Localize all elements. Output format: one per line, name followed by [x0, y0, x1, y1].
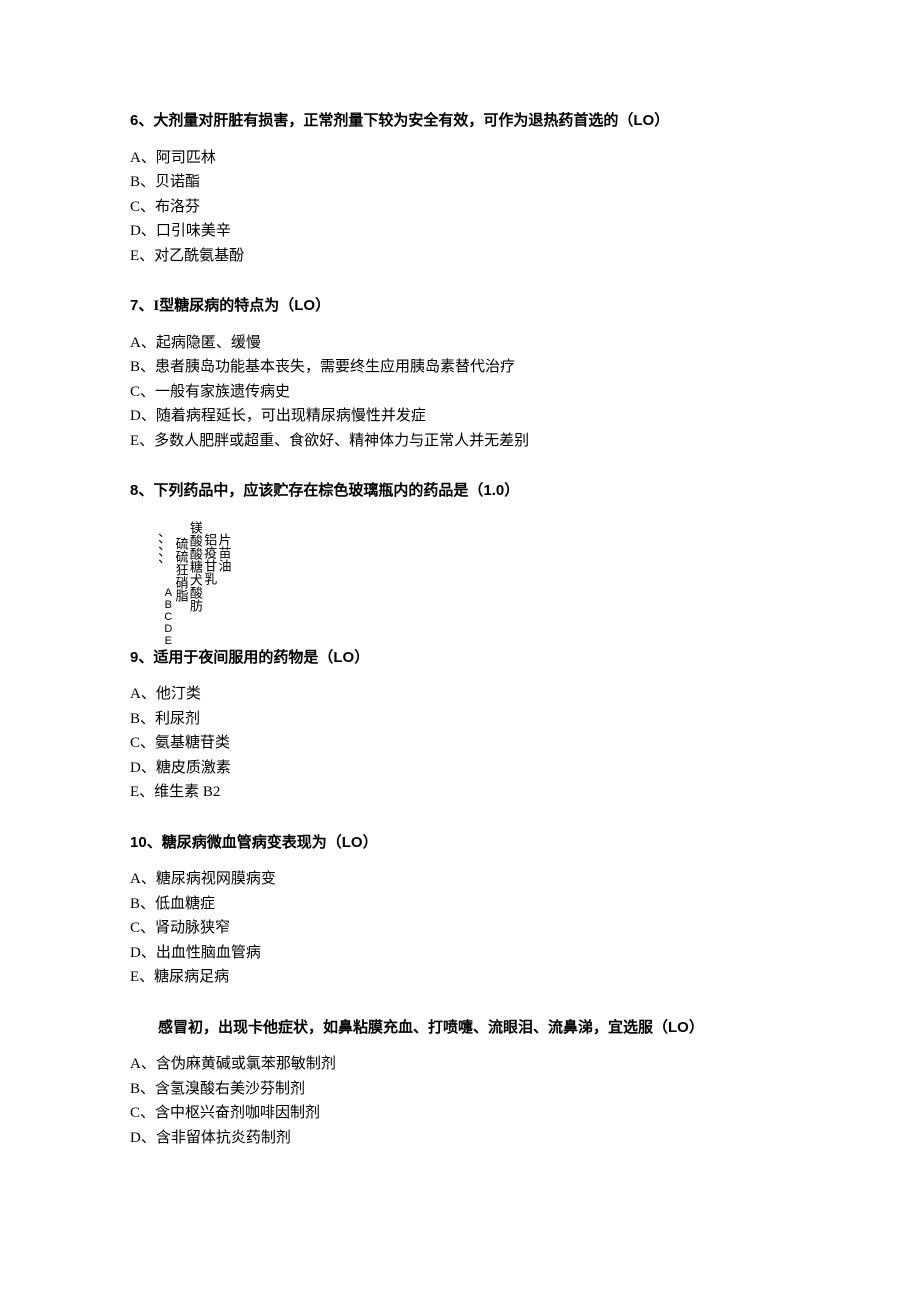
question-8-title: 8、下列药品中，应该贮存在棕色玻璃瓶内的药品是（1.0）: [130, 480, 790, 503]
q8-text: 下列药品中，应该贮存在棕色玻璃瓶内的药品是（: [153, 483, 483, 499]
q11-options: A、含伪麻黄碱或氯苯那敏制剂 B、含氢溴酸右美沙芬制剂 C、含中枢兴奋剂咖啡因制…: [130, 1053, 790, 1149]
q11-opt-c: C、含中枢兴奋剂咖啡因制剂: [130, 1102, 790, 1125]
q8-vcol6: 片苗油: [216, 533, 230, 572]
q8-vcol5: 铝疫甘乳: [202, 533, 216, 585]
q6-opt-c: C、布洛芬: [130, 196, 790, 219]
q10-opt-b: B、低血糖症: [130, 893, 790, 916]
q9-text: 适用于夜间服用的药物是（: [153, 650, 333, 666]
q6-opt-d: D、口引味美辛: [130, 220, 790, 243]
q8-vcol1: 、、、、、: [148, 533, 162, 572]
q7-text1: 型糖尿病的特点为（: [159, 298, 294, 314]
q7-opt-b: B、患者胰岛功能基本丧失，需要终生应用胰岛素替代治疗: [130, 356, 790, 379]
q10-opt-c: C、肾动脉狭窄: [130, 917, 790, 940]
question-9: 9、适用于夜间服用的药物是（LO） A、他汀类 B、利尿剂 C、氨基糖苷类 D、…: [130, 647, 790, 804]
q11-opt-b: B、含氢溴酸右美沙芬制剂: [130, 1078, 790, 1101]
q6-opt-a: A、阿司匹林: [130, 147, 790, 170]
q8-close: ）: [504, 483, 519, 499]
q6-score: LO: [633, 112, 654, 129]
q11-text: 感冒初，出现卡他症状，如鼻粘膜充血、打喷嚏、流眼泪、流鼻涕，宜选服（: [158, 1020, 668, 1036]
q10-opt-a: A、糖尿病视网膜病变: [130, 868, 790, 891]
q6-text: 大剂量对肝脏有损害，正常剂量下较为安全有效，可作为退热药首选的（: [153, 113, 633, 129]
q9-sep: 、: [138, 650, 153, 666]
q8-score: 1.0: [483, 482, 504, 499]
q11-opt-d: D、含非留体抗炎药制剂: [130, 1127, 790, 1150]
q10-number: 10: [130, 834, 147, 851]
question-11: 感冒初，出现卡他症状，如鼻粘膜充血、打喷嚏、流眼泪、流鼻涕，宜选服（LO） A、…: [130, 1017, 790, 1150]
question-8: 8、下列药品中，应该贮存在棕色玻璃瓶内的药品是（1.0） 、、、、、 ABCDE…: [130, 480, 790, 647]
question-9-title: 9、适用于夜间服用的药物是（LO）: [130, 647, 790, 670]
question-10-title: 10、糖尿病微血管病变表现为（LO）: [130, 832, 790, 855]
q10-sep: 、: [147, 835, 162, 851]
q9-opt-a: A、他汀类: [130, 683, 790, 706]
q11-close: ）: [689, 1020, 704, 1036]
question-7-title: 7、I型糖尿病的特点为（LO）: [130, 295, 790, 318]
q11-score: LO: [668, 1019, 689, 1036]
q9-close: ）: [354, 650, 369, 666]
q7-options: A、起病隐匿、缓慢 B、患者胰岛功能基本丧失，需要终生应用胰岛素替代治疗 C、一…: [130, 332, 790, 453]
q6-close: ）: [654, 113, 669, 129]
q9-opt-e: E、维生素 B2: [130, 781, 790, 804]
question-10: 10、糖尿病微血管病变表现为（LO） A、糖尿病视网膜病变 B、低血糖症 C、肾…: [130, 832, 790, 989]
q9-opt-d: D、糖皮质激素: [130, 757, 790, 780]
q8-vcol3: 硫硫狂硝脂: [173, 537, 187, 602]
q10-opt-d: D、出血性脑血管病: [130, 942, 790, 965]
q7-opt-d: D、随着病程延长，可出现精尿病慢性并发症: [130, 405, 790, 428]
q6-opt-e: E、对乙酰氨基酚: [130, 245, 790, 268]
q10-opt-e: E、糖尿病足病: [130, 966, 790, 989]
question-11-title: 感冒初，出现卡他症状，如鼻粘膜充血、打喷嚏、流眼泪、流鼻涕，宜选服（LO）: [158, 1017, 790, 1040]
q8-vcol4: 镁酸酸糖犬酸肪: [188, 521, 202, 612]
q10-options: A、糖尿病视网膜病变 B、低血糖症 C、肾动脉狭窄 D、出血性脑血管病 E、糖尿…: [130, 868, 790, 989]
question-6: 6、大剂量对肝脏有损害，正常剂量下较为安全有效，可作为退热药首选的（LO） A、…: [130, 110, 790, 267]
q10-text: 糖尿病微血管病变表现为（: [162, 835, 342, 851]
question-7: 7、I型糖尿病的特点为（LO） A、起病隐匿、缓慢 B、患者胰岛功能基本丧失，需…: [130, 295, 790, 452]
q6-opt-b: B、贝诺酯: [130, 171, 790, 194]
q6-sep: 、: [138, 113, 153, 129]
q7-opt-e: E、多数人肥胖或超重、食欲好、精神体力与正常人并无差别: [130, 430, 790, 453]
q7-close: ）: [315, 298, 330, 314]
question-6-title: 6、大剂量对肝脏有损害，正常剂量下较为安全有效，可作为退热药首选的（LO）: [130, 110, 790, 133]
q11-opt-a: A、含伪麻黄碱或氯苯那敏制剂: [130, 1053, 790, 1076]
q10-score: LO: [342, 834, 363, 851]
q8-sep: 、: [138, 483, 153, 499]
q9-opt-c: C、氨基糖苷类: [130, 732, 790, 755]
q7-score: LO: [294, 297, 315, 314]
q7-sep: 、: [138, 298, 153, 314]
q8-options-vertical: 、、、、、 ABCDE 硫硫狂硝脂 镁酸酸糖犬酸肪 铝疫甘乳 片苗油: [148, 517, 790, 647]
q9-score: LO: [333, 649, 354, 666]
q8-vcol2: ABCDE: [162, 587, 173, 647]
q7-opt-a: A、起病隐匿、缓慢: [130, 332, 790, 355]
q10-close: ）: [363, 835, 378, 851]
q9-options: A、他汀类 B、利尿剂 C、氨基糖苷类 D、糖皮质激素 E、维生素 B2: [130, 683, 790, 804]
q9-opt-b: B、利尿剂: [130, 708, 790, 731]
q6-options: A、阿司匹林 B、贝诺酯 C、布洛芬 D、口引味美辛 E、对乙酰氨基酚: [130, 147, 790, 268]
q7-opt-c: C、一般有家族遗传病史: [130, 381, 790, 404]
